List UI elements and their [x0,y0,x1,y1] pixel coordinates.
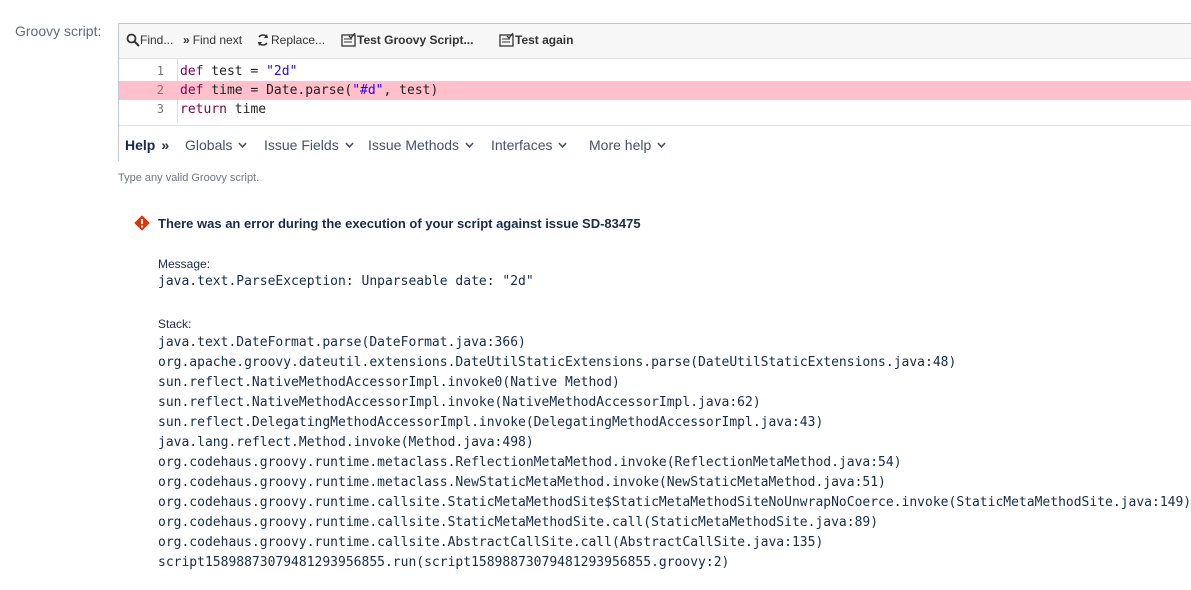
error-icon [134,215,150,231]
stack-line: java.lang.reflect.Method.invoke(Method.j… [158,435,534,450]
stack-line: sun.reflect.DelegatingMethodAccessorImpl… [158,415,824,430]
editor-toolbar: Find... » Find next Replace... Test Groo… [119,24,1191,59]
stack-line: java.text.DateFormat.parse(DateFormat.ja… [158,335,526,350]
stack-line: org.codehaus.groovy.runtime.metaclass.Re… [158,455,902,470]
stack-line: org.codehaus.groovy.runtime.callsite.Abs… [158,535,824,550]
code-line-error[interactable]: 2 def time = Date.parse("#d", test) [119,81,1191,100]
replace-button[interactable]: Replace... [256,33,325,47]
code-text: def test = "2d" [180,64,298,79]
refresh-icon [258,34,268,46]
chevron-down-icon [465,142,474,148]
error-message: java.text.ParseException: Unparseable da… [158,274,534,289]
double-chevron-right-icon: » [161,137,170,153]
stack-line: org.codehaus.groovy.runtime.metaclass.Ne… [158,475,886,490]
interfaces-label: Interfaces [491,137,553,153]
line-number: 3 [156,102,164,116]
issue-fields-label: Issue Fields [264,137,339,153]
find-button[interactable]: Find... [126,33,173,47]
globals-menu[interactable]: Globals [185,137,248,153]
code-area[interactable]: 1 def test = "2d" 2 def time = Date.pars… [119,58,1191,123]
help-bar: Help » Globals Issue Fields Issue Method… [119,125,1191,162]
code-line[interactable]: 1 def test = "2d" [119,62,1191,81]
globals-label: Globals [185,137,233,153]
help-label: Help [125,137,156,153]
test-icon [499,33,514,47]
code-text: def time = Date.parse("#d", test) [180,83,439,98]
groovy-script-label: Groovy script: [15,23,102,39]
stack-line: org.codehaus.groovy.runtime.callsite.Sta… [158,515,879,530]
double-chevron-right-icon: » [183,33,190,47]
stack-line: script1589887307948129395685​5.run(scrip… [158,555,730,570]
replace-label: Replace... [271,33,326,47]
test-again-label: Test again [515,33,574,47]
stack-line: sun.reflect.NativeMethodAccessorImpl.inv… [158,395,761,410]
code-line[interactable]: 3 return time [119,100,1191,119]
help-toggle[interactable]: Help » [125,137,169,153]
chevron-down-icon [238,142,248,148]
test-groovy-script-button[interactable]: Test Groovy Script... [341,33,473,47]
find-label: Find... [140,33,174,47]
issue-methods-menu[interactable]: Issue Methods [368,137,474,153]
find-next-button[interactable]: » Find next [183,33,242,47]
stack-label: Stack: [158,317,192,331]
stack-line: org.codehaus.groovy.runtime.callsite.Sta… [158,495,1191,510]
error-title: There was an error during the execution … [158,216,641,231]
groovy-script-editor[interactable]: Find... » Find next Replace... Test Groo… [118,23,1191,162]
stack-line: org.apache.groovy.dateutil.extensions.Da… [158,355,957,370]
code-text: return time [180,102,267,117]
test-again-button[interactable]: Test again [499,33,573,47]
field-description: Type any valid Groovy script. [118,172,260,184]
more-help-label: More help [589,137,652,153]
issue-fields-menu[interactable]: Issue Fields [264,137,354,153]
issue-methods-label: Issue Methods [368,137,460,153]
stack-line: sun.reflect.NativeMethodAccessorImpl.inv… [158,375,620,390]
stack-trace: java.text.DateFormat.parse(DateFormat.ja… [158,333,1191,573]
test-groovy-script-label: Test Groovy Script... [357,33,474,47]
chevron-down-icon [558,142,568,148]
more-help-menu[interactable]: More help [589,137,666,153]
message-label: Message: [158,257,211,271]
line-number: 1 [156,64,164,78]
line-number: 2 [156,83,164,97]
test-icon [341,33,356,47]
chevron-down-icon [345,142,354,148]
search-icon [126,33,140,47]
chevron-down-icon [657,142,666,148]
find-next-label: Find next [192,33,243,47]
interfaces-menu[interactable]: Interfaces [491,137,568,153]
